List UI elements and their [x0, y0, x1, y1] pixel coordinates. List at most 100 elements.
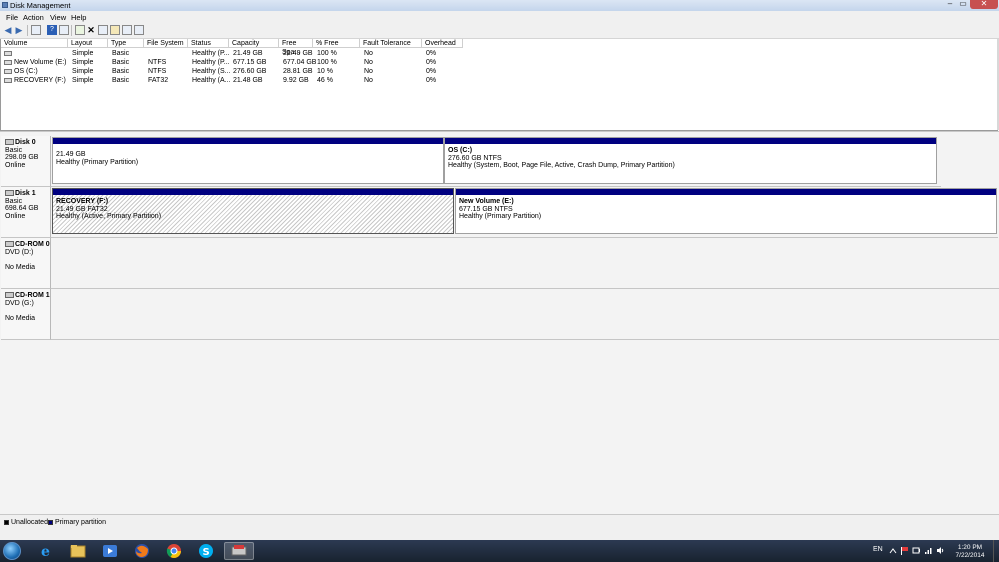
taskbar-skype[interactable]: S [192, 542, 220, 560]
system-clock[interactable]: 1:20 PM 7/22/2014 [950, 544, 990, 560]
language-indicator[interactable]: EN [873, 546, 883, 553]
disk-size: 298.09 GB [5, 154, 39, 161]
properties-icon[interactable] [59, 25, 69, 35]
forward-arrow-icon[interactable]: ▶ [14, 25, 24, 35]
skype-icon: S [199, 544, 213, 558]
partition-size: 21.49 GB FAT32 [56, 205, 108, 213]
disk-name: Disk 0 [15, 139, 36, 146]
cdrom-0-label[interactable]: CD-ROM 0 DVD (D:) No Media [1, 238, 51, 289]
chevron-up-icon[interactable] [889, 547, 897, 555]
start-button[interactable] [3, 542, 21, 560]
cell-percent-free: 46 % [317, 77, 333, 84]
partition-title: RECOVERY (F:) [56, 198, 109, 205]
settings-icon[interactable] [134, 25, 144, 35]
disk-state: No Media [5, 314, 35, 322]
menu-help[interactable]: Help [71, 13, 86, 22]
column-header-free-space[interactable]: Free Spa... [279, 39, 313, 56]
table-row[interactable]: OS (C:) Simple Basic NTFS Healthy (S... … [1, 67, 998, 76]
taskbar-firefox[interactable] [128, 542, 156, 560]
cell-fault-tolerance: No [364, 50, 373, 57]
menu-view[interactable]: View [50, 13, 66, 22]
volume-icon[interactable] [936, 546, 945, 555]
partition-recovery-f[interactable]: RECOVERY (F:) 21.49 GB FAT32 Healthy (Ac… [52, 188, 454, 234]
cell-type: Basic [112, 68, 130, 75]
cell-overhead: 0% [426, 50, 437, 57]
disk-1-label[interactable]: Disk 1 Basic 698.64 GB Online [1, 187, 51, 238]
cell-fault-tolerance: No [364, 77, 373, 84]
network-icon[interactable] [924, 546, 933, 555]
taskbar-internet-explorer[interactable]: e [32, 542, 60, 560]
back-arrow-icon[interactable]: ◀ [3, 25, 13, 35]
partition-os-c[interactable]: OS (C:) 276.60 GB NTFS Healthy (System, … [444, 137, 937, 184]
minimize-button[interactable]: – [944, 0, 956, 9]
power-icon[interactable] [912, 546, 921, 555]
connect-icon[interactable] [98, 25, 108, 35]
firefox-icon [135, 544, 149, 558]
legend-primary-partition: Primary partition [55, 519, 106, 526]
cell-status: Healthy (P... [192, 59, 230, 66]
volume-icon [4, 50, 12, 56]
column-header-layout[interactable]: Layout [68, 39, 108, 48]
cell-free-space: 9.92 GB [283, 77, 309, 84]
column-header-volume[interactable]: Volume [1, 39, 68, 48]
show-desktop-button[interactable] [993, 540, 999, 562]
maximize-button[interactable]: ▭ [957, 0, 969, 9]
volume-icon [4, 68, 12, 74]
column-header-file-system[interactable]: File System [144, 39, 188, 48]
taskbar-media-player[interactable] [96, 542, 124, 560]
cdrom-1-row [51, 289, 999, 340]
refresh-icon[interactable] [75, 25, 85, 35]
partition-unlabeled[interactable]: 21.49 GB Healthy (Primary Partition) [52, 137, 444, 184]
table-row[interactable]: Simple Basic Healthy (P... 21.49 GB 21.4… [1, 49, 998, 58]
partition-new-volume-e[interactable]: New Volume (E:) 677.15 GB NTFS Healthy (… [455, 188, 997, 234]
cell-status: Healthy (P... [192, 50, 230, 57]
column-header-percent-free[interactable]: % Free [313, 39, 360, 48]
disk-management-icon [231, 545, 247, 556]
disk-type: Basic [5, 197, 23, 205]
column-header-type[interactable]: Type [108, 39, 144, 48]
taskbar-file-explorer[interactable] [64, 542, 92, 560]
status-bar [0, 526, 999, 540]
disk-icon [5, 190, 14, 197]
table-row[interactable]: RECOVERY (F:) Simple Basic FAT32 Healthy… [1, 76, 998, 85]
console-tree-icon[interactable] [31, 25, 41, 35]
disk-state: Online [5, 212, 26, 220]
column-header-capacity[interactable]: Capacity [229, 39, 279, 48]
column-header-status[interactable]: Status [188, 39, 229, 48]
disk-name: CD-ROM 1 [15, 292, 50, 299]
cdrom-icon [5, 241, 14, 248]
cdrom-1-label[interactable]: CD-ROM 1 DVD (G:) No Media [1, 289, 51, 340]
column-header-fault-tolerance[interactable]: Fault Tolerance [360, 39, 422, 48]
title-bar: Disk Management – ▭ ✕ [0, 0, 999, 11]
clock-time: 1:20 PM [957, 544, 983, 551]
cell-percent-free: 100 % [317, 59, 337, 66]
taskbar-disk-management[interactable] [224, 542, 254, 560]
close-button[interactable]: ✕ [970, 0, 998, 9]
taskbar-chrome[interactable] [160, 542, 188, 560]
action-center-flag-icon[interactable] [900, 546, 909, 555]
cell-fault-tolerance: No [364, 59, 373, 66]
disk-0-label[interactable]: Disk 0 Basic 298.09 GB Online [1, 136, 51, 187]
menu-file[interactable]: File [6, 13, 18, 22]
unallocated-swatch [4, 520, 9, 525]
search-icon[interactable] [122, 25, 132, 35]
delete-icon[interactable]: ✕ [86, 25, 96, 35]
partition-title: New Volume (E:) [459, 198, 514, 205]
partition-color-bar [53, 138, 443, 144]
window-title: Disk Management [10, 1, 71, 10]
disk-type: DVD (G:) [5, 299, 34, 307]
disk-type: Basic [5, 146, 23, 154]
cell-capacity: 677.15 GB [233, 59, 267, 66]
cell-percent-free: 10 % [317, 68, 333, 75]
cell-percent-free: 100 % [317, 50, 337, 57]
open-folder-icon[interactable] [110, 25, 120, 35]
menu-action[interactable]: Action [23, 13, 44, 22]
clock-date: 7/22/2014 [955, 552, 985, 559]
column-header-overhead[interactable]: Overhead [422, 39, 463, 48]
toolbar: ◀ ▶ ? ✕ [0, 23, 999, 39]
cell-overhead: 0% [426, 68, 437, 75]
table-row[interactable]: New Volume (E:) Simple Basic NTFS Health… [1, 58, 998, 67]
partition-status: Healthy (Primary Partition) [56, 158, 139, 166]
help-icon[interactable]: ? [47, 25, 57, 35]
disk-size: 698.64 GB [5, 205, 39, 212]
